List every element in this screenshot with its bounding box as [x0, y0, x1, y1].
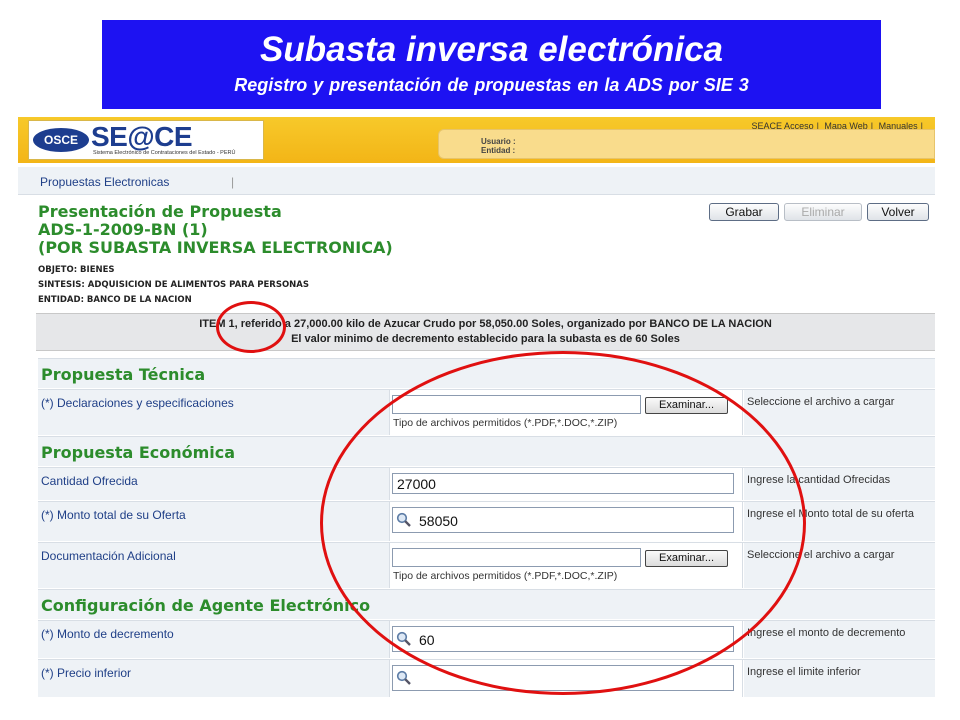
decremento-label: (*) Monto de decremento: [41, 627, 174, 641]
slide-title: Subasta inversa electrónica: [260, 30, 723, 69]
nav-separator: |: [231, 175, 235, 189]
documentacion-label: Documentación Adicional: [41, 549, 176, 563]
nav-item-propuestas[interactable]: Propuestas Electronicas: [40, 175, 169, 189]
title-line-3: (POR SUBASTA INVERSA ELECTRONICA): [38, 238, 393, 257]
nav-bar: Propuestas Electronicas |: [18, 167, 935, 195]
title-line-1: Presentación de Propuesta: [38, 202, 282, 221]
app-header: OSCE SE@CE Sistema Electrónico de Contra…: [18, 117, 935, 163]
monto-label: (*) Monto total de su Oferta: [41, 508, 186, 522]
annotation-circle-item: [216, 301, 286, 353]
section-title: Configuración de Agente Electrónico: [41, 596, 371, 615]
cantidad-label: Cantidad Ofrecida: [41, 474, 138, 488]
user-info-box: Usuario : Entidad :: [438, 129, 935, 159]
entidad-text: ENTIDAD: BANCO DE LA NACION: [38, 295, 192, 305]
sintesis-text: SINTESIS: ADQUISICION DE ALIMENTOS PARA …: [38, 280, 309, 290]
section-title: Propuesta Económica: [41, 443, 236, 462]
search-icon[interactable]: [396, 670, 412, 686]
precio-hint: Ingrese el limite inferior: [747, 666, 861, 678]
user-label: Usuario :: [481, 137, 516, 146]
title-banner: Subasta inversa electrónica Registro y p…: [102, 20, 881, 109]
grabar-button[interactable]: Grabar: [709, 203, 779, 221]
title-line-2: ADS-1-2009-BN (1): [38, 220, 208, 239]
seace-logo-text: SE@CE: [91, 121, 193, 152]
page-title: Presentación de Propuesta ADS-1-2009-BN …: [38, 203, 393, 257]
volver-button[interactable]: Volver: [867, 203, 929, 221]
eliminar-button[interactable]: Eliminar: [784, 203, 862, 221]
precio-label: (*) Precio inferior: [41, 666, 132, 680]
logo-subtitle: Sistema Electrónico de Contrataciones de…: [93, 150, 236, 156]
section-title: Propuesta Técnica: [41, 365, 206, 384]
declaraciones-label: (*) Declaraciones y especificaciones: [41, 396, 234, 410]
seace-logo[interactable]: OSCE SE@CE Sistema Electrónico de Contra…: [28, 120, 264, 160]
item-line-2: El valor minimo de decremento establecid…: [291, 333, 680, 345]
annotation-circle-form: [320, 351, 806, 695]
objeto-text: OBJETO: BIENES: [38, 265, 115, 275]
declaraciones-hint: Seleccione el archivo a cargar: [747, 396, 895, 408]
item-line-1: ITEM 1, referido a 27,000.00 kilo de Azu…: [199, 318, 772, 330]
entity-label: Entidad :: [481, 146, 516, 155]
slide-subtitle: Registro y presentación de propuestas en…: [234, 75, 749, 95]
decremento-hint: Ingrese el monto de decremento: [747, 627, 906, 639]
item-info-bar: ITEM 1, referido a 27,000.00 kilo de Azu…: [36, 313, 935, 351]
osce-logo-mark: OSCE: [33, 128, 89, 152]
slide: Subasta inversa electrónica Registro y p…: [0, 0, 960, 720]
